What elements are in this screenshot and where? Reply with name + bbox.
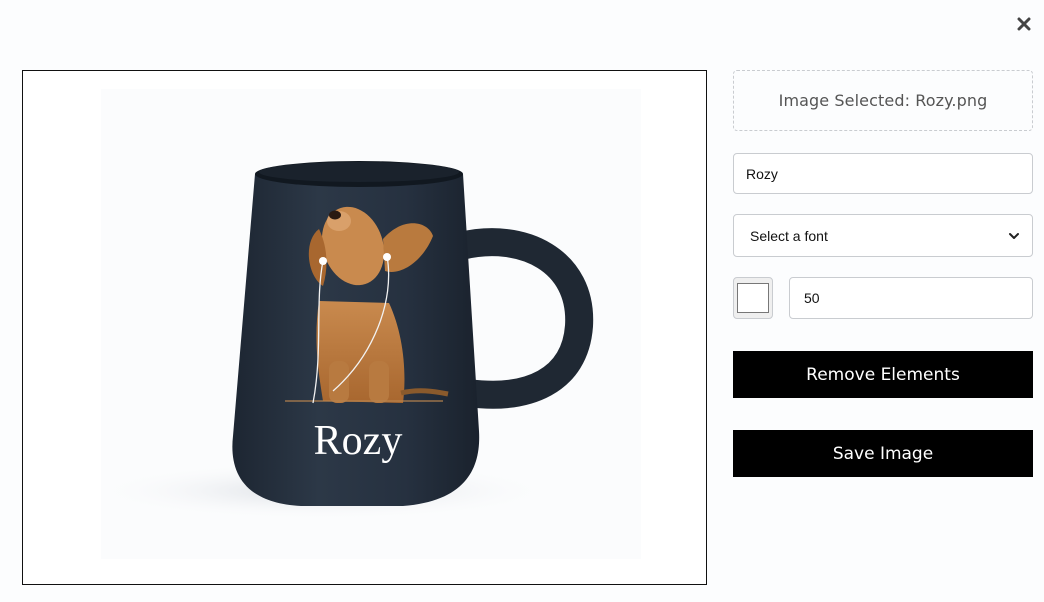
font-select[interactable]: Select a font — [733, 214, 1033, 257]
close-icon — [1017, 17, 1031, 31]
font-size-input[interactable] — [789, 277, 1033, 319]
mug-preview-image: Rozy — [23, 71, 706, 584]
text-color-picker[interactable] — [733, 277, 773, 319]
remove-elements-button[interactable]: Remove Elements — [733, 351, 1033, 398]
preview-canvas[interactable]: Rozy — [22, 70, 707, 585]
file-status-text: Image Selected: Rozy.png — [778, 91, 988, 110]
close-button[interactable] — [1012, 12, 1036, 36]
image-editor-modal: Rozy Image Selected: Rozy.png Select a f… — [0, 0, 1044, 602]
save-image-button[interactable]: Save Image — [733, 430, 1033, 477]
color-chip — [737, 283, 769, 313]
chevron-down-icon — [1009, 232, 1019, 239]
editor-controls-panel: Image Selected: Rozy.png Select a font R… — [733, 70, 1033, 477]
custom-text-input[interactable] — [733, 153, 1033, 194]
mug-text-overlay[interactable]: Rozy — [314, 418, 403, 464]
image-file-dropzone[interactable]: Image Selected: Rozy.png — [733, 70, 1033, 131]
font-select-value: Select a font — [750, 227, 828, 244]
